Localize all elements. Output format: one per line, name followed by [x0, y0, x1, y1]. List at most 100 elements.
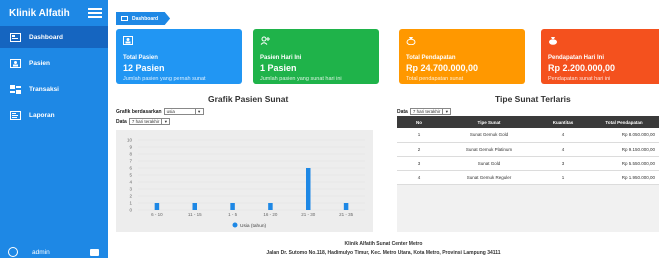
sidebar-item-label: Pasien [29, 59, 50, 67]
card-pasien-hari-ini: Pasien Hari Ini 1 Pasien Jumlah pasien y… [253, 29, 379, 84]
table-cell: Rp 1.950.000,00 [589, 170, 659, 185]
date-select[interactable]: 7 hari terakhir ▼ [128, 118, 171, 125]
y-tick-label: 3 [129, 187, 132, 192]
table-cell: 4 [537, 142, 589, 157]
table-cell: Sunat Gemuk Reguler [441, 170, 537, 185]
table-cell: 1 [537, 170, 589, 185]
sidebar: Klinik Alfatih Dashboard Pasien Transaks… [0, 0, 108, 258]
table-header-row: No Tipe Sunat Kuantitas Total Pendapatan [397, 116, 659, 128]
table-row: 1 Sunat Gemuk Gold 4 Rp 8.050.000,00 [397, 128, 659, 143]
table-cell: 4 [537, 128, 589, 143]
money-bag-icon [406, 37, 416, 46]
chart-bar [230, 203, 235, 210]
sidebar-item-dashboard[interactable]: Dashboard [0, 26, 108, 48]
chart-bar [268, 203, 273, 210]
users-icon [10, 58, 21, 68]
tipe-table-container: No Tipe Sunat Kuantitas Total Pendapatan… [397, 116, 659, 232]
table-cell: Sunat Gold [441, 156, 537, 171]
column-header: No [397, 116, 441, 128]
chart-bar [306, 168, 311, 210]
card-title: Total Pendapatan [406, 55, 456, 61]
footer-address: Jalan Dr. Sutomo No.118, Hadimulyo Timur… [266, 250, 501, 256]
breadcrumb-label: Dashboard [132, 15, 159, 22]
brand-name: Klinik Alfatih [9, 7, 70, 19]
card-total-pendapatan: Total Pendapatan Rp 24.700.000,00 Total … [399, 29, 525, 84]
chart-area: 0 1 2 3 4 5 6 7 8 9 10 6 - 10 11 - 15 1 - 5 16 - 20 21 … [116, 130, 373, 232]
table-cell: 4 [397, 170, 441, 185]
card-value: 12 Pasien [123, 63, 165, 73]
chart-bar [154, 203, 160, 210]
y-tick-label: 0 [129, 208, 132, 213]
user-name: admin [32, 248, 50, 256]
group-select[interactable]: usia ▼ [163, 108, 204, 115]
tipe-title: Tipe Sunat Terlaris [495, 94, 571, 104]
x-tick-label: 21 - 35 [339, 212, 354, 217]
table-cell: 1 [397, 128, 441, 143]
table-cell: Sunat Gemuk Platinum [441, 142, 537, 157]
y-tick-label: 6 [129, 166, 132, 171]
card-pendapatan-hari-ini: Pendapatan Hari Ini Rp 2.200.000,00 Pend… [541, 29, 659, 84]
page-footer: Klinik Alfatih Sunat Center Metro Jalan … [108, 240, 659, 258]
y-tick-label: 9 [129, 145, 132, 150]
group-label: Grafik berdasarkan [116, 108, 162, 115]
date-label: Data [116, 118, 127, 125]
y-tick-label: 5 [129, 173, 132, 178]
y-tick-label: 8 [129, 152, 132, 157]
table-cell: Rp 5.550.000,00 [589, 156, 659, 171]
card-description: Pendapatan sunat hari ini [548, 76, 611, 82]
column-header: Kuantitas [537, 116, 589, 128]
avatar [8, 247, 18, 257]
x-tick-label: 6 - 10 [151, 212, 163, 217]
breadcrumb: Dashboard [116, 12, 171, 25]
column-header: Total Pendapatan [589, 116, 659, 128]
sidebar-item-laporan[interactable]: Laporan [0, 104, 108, 126]
users-icon [123, 36, 133, 45]
sidebar-item-label: Dashboard [29, 33, 63, 41]
card-value: 1 Pasien [260, 63, 297, 73]
sidebar-item-label: Laporan [29, 111, 55, 119]
sidebar-item-label: Transaksi [29, 85, 59, 93]
table-cell: Rp 8.050.000,00 [589, 128, 659, 143]
card-total-pasien: Total Pasien 12 Pasien Jumlah pasien yan… [116, 29, 242, 84]
card-title: Total Pasien [123, 55, 158, 61]
tipe-date-select[interactable]: 7 hari terakhir ▼ [409, 108, 452, 115]
hamburger-menu-icon[interactable] [88, 8, 102, 18]
column-header: Tipe Sunat [441, 116, 537, 128]
card-description: Jumlah pasien yang pernah sunat [123, 76, 206, 82]
transaction-icon [10, 84, 21, 94]
table-row: 4 Sunat Gemuk Reguler 1 Rp 1.950.000,00 [397, 170, 659, 185]
table-cell: 2 [397, 142, 441, 157]
main-content: Dashboard Total Pasien 12 Pasien Jumlah … [108, 0, 659, 258]
chart-bar [343, 203, 349, 210]
sidebar-item-transaksi[interactable]: Transaksi [0, 78, 108, 100]
table-row: 3 Sunat Gold 3 Rp 5.550.000,00 [397, 156, 659, 171]
table-cell: Sunat Gemuk Gold [441, 128, 537, 143]
table-cell: 3 [537, 156, 589, 171]
card-value: Rp 24.700.000,00 [406, 63, 479, 73]
grafik-group-filter: Grafik berdasarkan usia ▼ [116, 108, 204, 115]
footer-title: Klinik Alfatih Sunat Center Metro [344, 241, 423, 247]
table-cell: Rp 9.150.000,00 [589, 142, 659, 157]
chevron-down-icon: ▼ [194, 108, 203, 115]
x-tick-label: 1 - 5 [228, 212, 238, 217]
table-cell: 3 [397, 156, 441, 171]
grafik-title: Grafik Pasien Sunat [208, 94, 289, 104]
user-add-icon [260, 36, 270, 45]
brand: Klinik Alfatih [0, 0, 108, 26]
y-tick-label: 10 [127, 138, 133, 143]
card-description: Total pendapatan sunat [406, 76, 464, 82]
group-select-value: usia [166, 109, 175, 114]
card-description: Jumlah pasien yang sunat hari ini [260, 76, 342, 82]
dashboard-icon [10, 32, 21, 42]
bar-chart: 0 1 2 3 4 5 6 7 8 9 10 6 - 10 11 - 15 1 - 5 16 - 20 21 … [127, 138, 365, 229]
card-value: Rp 2.200.000,00 [548, 63, 616, 73]
dashboard-icon [121, 16, 128, 21]
date-label: Data [397, 108, 408, 115]
x-tick-label: 16 - 20 [263, 212, 278, 217]
legend-marker [232, 222, 238, 228]
user-panel[interactable]: admin [0, 246, 108, 258]
grafik-date-filter: Data 7 hari terakhir ▼ [116, 118, 171, 125]
logout-icon[interactable] [90, 248, 99, 256]
money-bag-icon [549, 37, 557, 45]
sidebar-item-pasien[interactable]: Pasien [0, 52, 108, 74]
